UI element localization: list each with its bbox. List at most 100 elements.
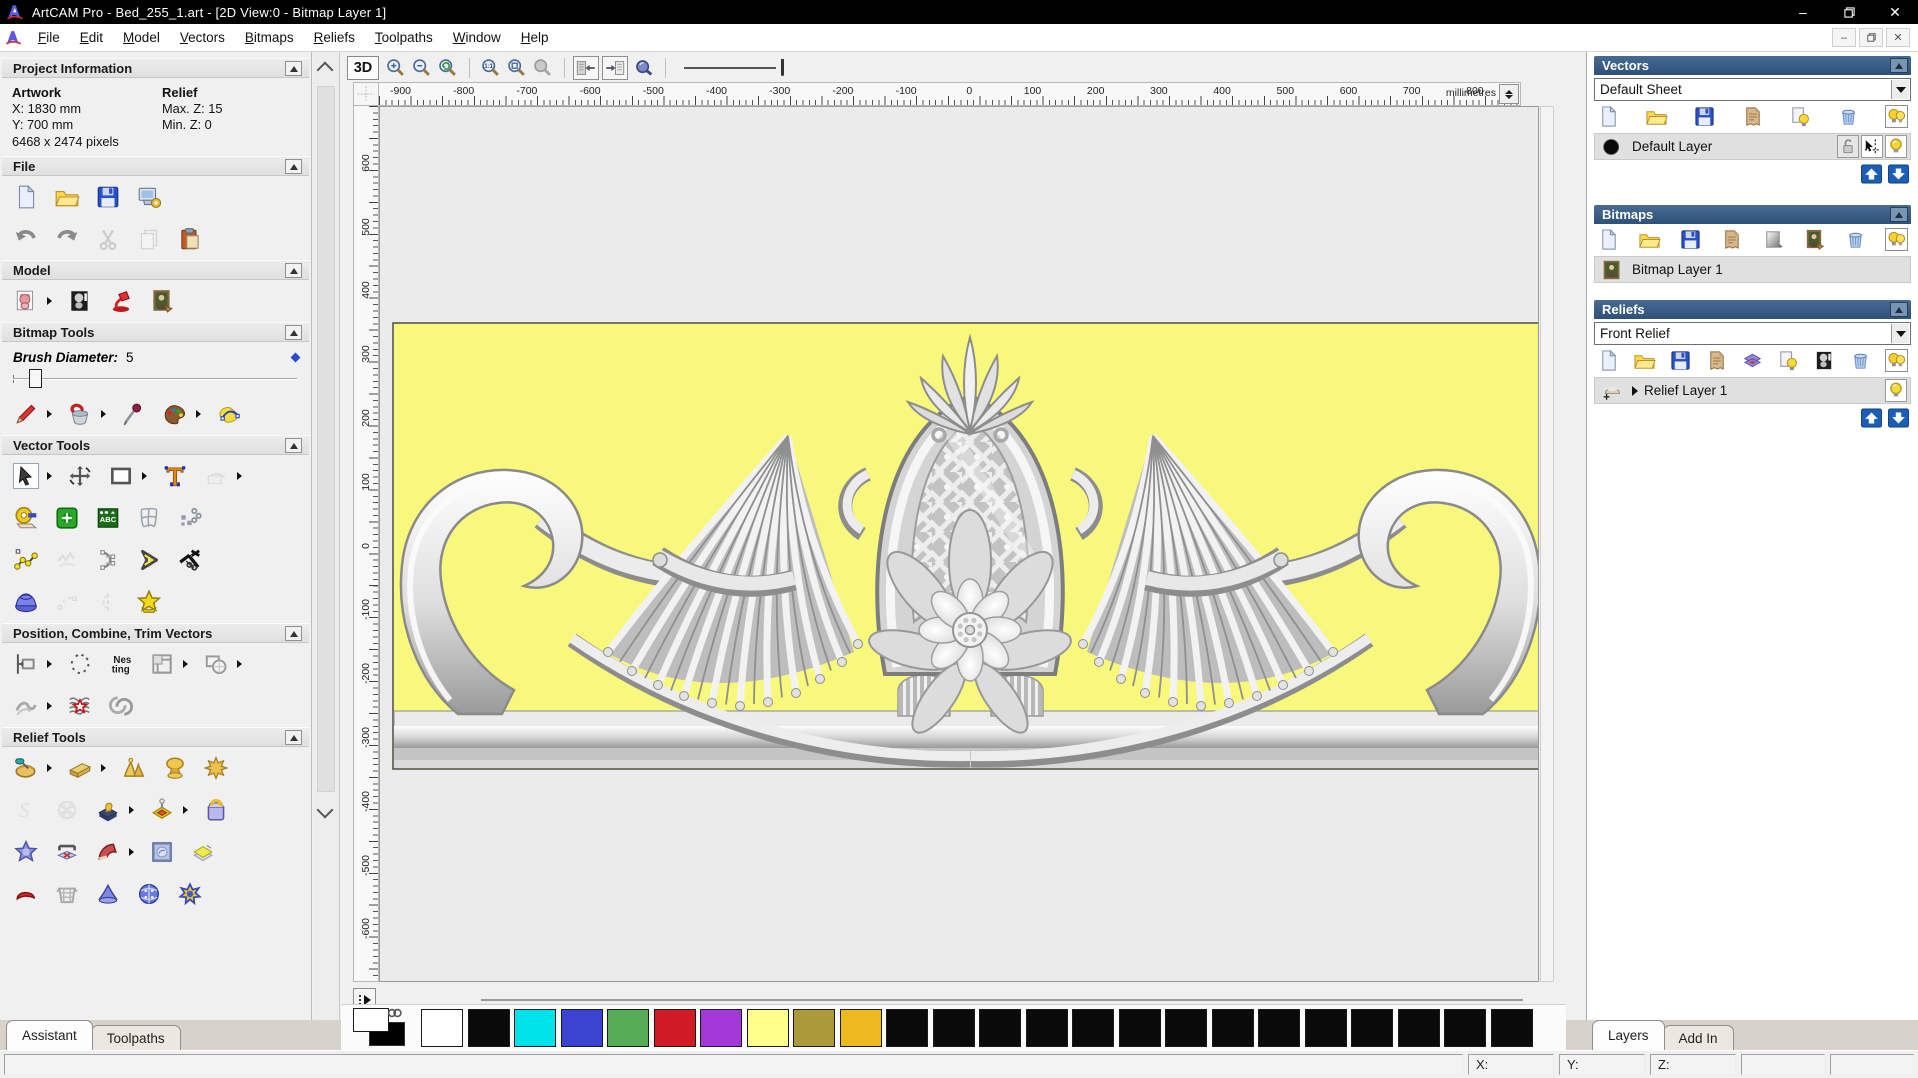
switch-to-3d-view-button[interactable]: 3D [347,56,379,80]
snap-grid-toggle-icon[interactable] [573,56,599,80]
show-all-layers-icon[interactable] [1885,105,1908,128]
zoom-1to1-icon[interactable]: 1:1 [478,56,504,80]
tab-assistant[interactable]: Assistant [6,1020,93,1050]
smooth-polyline-icon[interactable] [54,589,80,615]
zoom-out-icon[interactable] [409,56,435,80]
menu-edit[interactable]: Edit [70,26,113,49]
scroll-down-icon[interactable] [316,801,334,819]
assistant-scrollbar[interactable] [313,52,340,1020]
flyout-arrow-icon[interactable] [47,764,52,772]
flyout-arrow-icon[interactable] [129,848,134,856]
fit-arcs-icon[interactable] [95,547,121,573]
pick-colour-icon[interactable] [121,401,147,427]
delete-bitmap-layer-icon[interactable] [1844,228,1867,251]
node-editing-icon[interactable] [13,547,39,573]
merge-vector-layers-icon[interactable] [1741,105,1764,128]
primary-colour-swatch[interactable] [353,1007,389,1032]
colour-palette-icon[interactable] [162,401,188,427]
redo-icon[interactable] [54,226,80,252]
tape-measure-icon[interactable] [13,505,39,531]
flyout-arrow-icon[interactable] [237,472,242,480]
collapse-model-button[interactable] [285,263,302,278]
combine-relief-icon[interactable] [1741,349,1764,372]
menu-toolpaths[interactable]: Toolpaths [365,26,443,49]
interlock-vectors-icon[interactable] [108,693,134,719]
weave-wizard-icon[interactable] [54,797,80,823]
sculpting-icon[interactable] [13,755,39,781]
create-rectangle-icon[interactable] [108,463,134,489]
zoom-object-icon[interactable] [530,56,556,80]
layer-visible-icon[interactable] [1885,135,1907,158]
move-layer-up-button[interactable] [1860,164,1883,184]
greyscale-relief-icon[interactable] [1813,349,1836,372]
open-model-icon[interactable] [54,184,80,210]
palette-swatch[interactable] [1165,1008,1207,1047]
collapse-relief-tools-button[interactable] [285,730,302,745]
save-model-icon[interactable] [95,184,121,210]
palette-swatch[interactable] [1397,1008,1440,1047]
palette-swatch[interactable] [746,1008,789,1047]
offset-relief-icon[interactable] [190,839,216,865]
palette-swatch[interactable] [514,1008,556,1047]
align-vectors-icon[interactable] [13,651,39,677]
dome-relief-icon[interactable] [162,755,188,781]
palette-swatch[interactable] [1072,1008,1114,1047]
scroll-up-icon[interactable] [316,61,334,79]
palette-swatch[interactable] [839,1008,882,1047]
flood-fill-icon[interactable] [67,401,93,427]
texture-relief-icon[interactable] [203,755,229,781]
spin-icon[interactable] [136,881,162,907]
copy-icon[interactable] [136,226,162,252]
collapse-file-button[interactable] [285,159,302,174]
create-polyline-icon[interactable] [54,505,80,531]
join-vectors-icon[interactable] [13,693,39,719]
palette-swatch[interactable] [1258,1008,1300,1047]
cut-vector-icon[interactable] [177,547,203,573]
transform-vectors-icon[interactable] [67,463,93,489]
menu-bitmaps[interactable]: Bitmaps [235,26,304,49]
merge-relief-layers-icon[interactable] [1705,349,1728,372]
palette-swatch[interactable] [1304,1008,1347,1047]
palette-swatch[interactable] [793,1008,835,1047]
toggle-layer-visibility-icon[interactable] [1789,105,1812,128]
menu-model[interactable]: Model [113,26,170,49]
envelope-distort-icon[interactable] [136,505,162,531]
save-vector-layer-icon[interactable] [1693,105,1716,128]
vector-layer-row[interactable]: Default Layer [1594,133,1911,160]
measure-icon[interactable] [203,463,229,489]
bitmap-preview-icon[interactable] [1803,228,1826,251]
primary-secondary-colour[interactable] [351,1006,413,1050]
tab-layers[interactable]: Layers [1592,1020,1665,1050]
palette-swatch[interactable] [932,1008,975,1047]
flyout-arrow-icon[interactable] [101,764,106,772]
palette-swatch[interactable] [1490,1008,1533,1047]
text-on-curve-icon[interactable] [67,651,93,677]
star-wizard-icon[interactable] [13,839,39,865]
menu-vectors[interactable]: Vectors [170,26,235,49]
save-bitmap-layer-icon[interactable] [1679,228,1702,251]
merge-bitmap-layers-icon[interactable] [1720,228,1743,251]
move-relief-down-button[interactable] [1887,408,1910,428]
undo-icon[interactable] [13,226,39,252]
dropdown-arrow-icon[interactable] [1891,80,1909,99]
unwrap-relief-icon[interactable] [203,797,229,823]
ruler-units-button[interactable] [1499,84,1519,104]
new-bitmap-layer-icon[interactable] [1597,228,1620,251]
palette-swatch[interactable] [560,1008,603,1047]
tab-toolpaths[interactable]: Toolpaths [90,1025,181,1050]
paste-icon[interactable] [177,226,203,252]
greyscale-layer-icon[interactable] [1762,228,1785,251]
mirror-profile-icon[interactable] [95,589,121,615]
delete-relief-layer-icon[interactable] [1849,349,1872,372]
zoom-fit-icon[interactable] [504,56,530,80]
mdi-minimize-button[interactable]: – [1832,28,1856,47]
cut-icon[interactable] [95,226,121,252]
relief-visibility-icon[interactable] [1777,349,1800,372]
new-model-icon[interactable] [13,184,39,210]
model-wizard-icon[interactable] [136,184,162,210]
flyout-arrow-icon[interactable] [129,806,134,814]
greyscale-view-icon[interactable] [67,288,93,314]
minimize-button[interactable]: – [1780,0,1826,24]
extrude-icon[interactable] [95,881,121,907]
show-all-reliefs-icon[interactable] [1885,349,1908,372]
